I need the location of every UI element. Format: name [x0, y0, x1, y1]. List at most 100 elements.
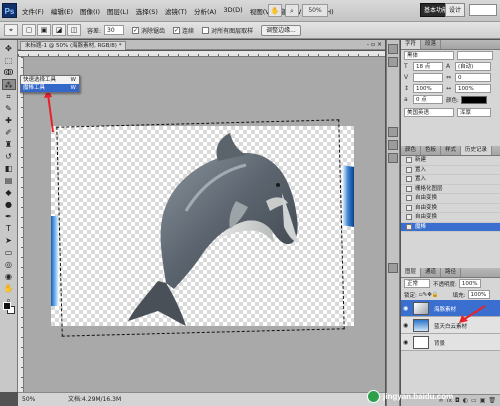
tracking-field[interactable]: 0	[455, 73, 491, 82]
contiguous-label: 连续	[182, 27, 195, 35]
type-tool-icon[interactable]: T	[2, 223, 16, 234]
tolerance-input[interactable]: 30	[104, 25, 125, 35]
tab-swatches[interactable]: 色板	[421, 146, 442, 155]
tab-channels[interactable]: 通道	[421, 268, 442, 277]
hand-tool-icon[interactable]: ✋	[2, 283, 16, 294]
hand-icon[interactable]: ✋	[268, 4, 282, 17]
history-item[interactable]: 自由变换	[401, 194, 500, 204]
sample-all-layers-checkbox[interactable]	[202, 26, 210, 34]
font-size-field[interactable]: 18 点	[413, 62, 443, 71]
layers-annotation-arrow	[459, 305, 486, 323]
visibility-eye-icon[interactable]: ◉	[403, 322, 408, 329]
subtract-selection-icon[interactable]: ◪	[52, 24, 66, 36]
history-item[interactable]: 新建	[401, 156, 500, 166]
document-window-controls[interactable]: - ▫ ×	[367, 41, 382, 48]
horizontal-scale-field[interactable]: 100%	[455, 84, 491, 93]
menu-3d[interactable]: 3D(D)	[223, 6, 242, 16]
blur-tool-icon[interactable]: ◆	[2, 187, 16, 198]
visibility-eye-icon[interactable]: ◉	[403, 339, 408, 346]
3d-camera-icon[interactable]: ◉	[2, 271, 16, 282]
history-item[interactable]: 栅格化图层	[401, 185, 500, 194]
opacity-field[interactable]: 100%	[458, 279, 481, 288]
tab-paragraph[interactable]: 段落	[421, 40, 442, 49]
language-select[interactable]: 美国英语	[404, 108, 454, 117]
status-zoom[interactable]: 50%	[22, 393, 35, 406]
font-family-select[interactable]: 黑体	[404, 51, 454, 60]
blend-mode-select[interactable]: 正常	[404, 279, 430, 288]
contiguous-checkbox[interactable]: ✓	[173, 26, 181, 34]
menu-filter[interactable]: 滤镜(T)	[165, 6, 187, 16]
tab-character[interactable]: 字符	[401, 40, 422, 49]
swatches-strip-icon[interactable]	[388, 127, 398, 137]
dodge-tool-icon[interactable]: ●	[2, 199, 16, 210]
clone-stamp-icon[interactable]: ♜	[2, 139, 16, 150]
add-selection-icon[interactable]: ▣	[37, 24, 51, 36]
tab-layers[interactable]: 图层	[401, 268, 422, 277]
zoom-level-field[interactable]: 50%	[302, 4, 328, 17]
3d-rotate-icon[interactable]: ◎	[2, 259, 16, 270]
actions-strip-icon[interactable]	[388, 57, 398, 67]
marquee-tool-icon[interactable]: ⬚	[2, 55, 16, 66]
menu-layer[interactable]: 图层(L)	[107, 6, 129, 16]
history-item[interactable]: 自由变换	[401, 213, 500, 223]
magic-wand-preset-icon[interactable]: ⌖	[4, 24, 18, 36]
kerning-field[interactable]	[413, 73, 443, 82]
search-input[interactable]	[469, 4, 497, 16]
tab-color[interactable]: 颜色	[401, 146, 422, 155]
move-tool-icon[interactable]: ✥	[2, 43, 16, 54]
history-item[interactable]: 自由变换	[401, 204, 500, 213]
menu-image[interactable]: 图像(I)	[80, 6, 100, 16]
workspace-design-button[interactable]: 设计	[445, 3, 466, 17]
visibility-eye-icon[interactable]: ◉	[403, 305, 408, 312]
text-color-swatch[interactable]	[460, 95, 487, 104]
new-selection-icon[interactable]: ▢	[22, 24, 36, 36]
brushes-strip-icon[interactable]	[388, 140, 398, 150]
eyedropper-tool-icon[interactable]: ✎	[2, 103, 16, 114]
history-strip-icon[interactable]	[388, 44, 398, 54]
history-item-current[interactable]: 魔棒	[401, 222, 500, 232]
tab-paths[interactable]: 路径	[441, 268, 462, 277]
opacity-label: 不透明度:	[433, 281, 457, 288]
crop-tool-icon[interactable]: ⌗	[2, 91, 16, 102]
layers-strip-icon[interactable]	[388, 263, 398, 273]
gradient-tool-icon[interactable]: ▤	[2, 175, 16, 186]
tab-styles[interactable]: 样式	[441, 146, 462, 155]
path-selection-icon[interactable]: ➤	[2, 235, 16, 246]
refine-edge-button[interactable]: 调整边缘...	[261, 24, 301, 36]
shape-tool-icon[interactable]: ▭	[2, 247, 16, 258]
brush-tool-icon[interactable]: ✐	[2, 127, 16, 138]
tab-history[interactable]: 历史记录	[461, 146, 493, 155]
healing-brush-icon[interactable]: ✚	[2, 115, 16, 126]
lasso-tool-icon[interactable]: ↂ	[2, 67, 16, 78]
pen-tool-icon[interactable]: ✒	[2, 211, 16, 222]
fill-field[interactable]: 100%	[467, 290, 490, 299]
document-canvas[interactable]	[51, 119, 354, 337]
layer-row[interactable]: ◉ 背景	[401, 334, 500, 351]
document-tab[interactable]: 未标题-1 @ 50% (海豚素材, RGB/8) *	[20, 41, 127, 50]
history-item[interactable]: 置入	[401, 175, 500, 185]
menu-file[interactable]: 文件(F)	[22, 6, 44, 16]
ruler-horizontal	[18, 51, 385, 57]
baseline-shift-field[interactable]: 0 点	[413, 95, 443, 104]
lock-icons[interactable]: ▫✎✥🔒	[419, 292, 439, 298]
magic-wand-tool-icon[interactable]: ⁂	[1, 79, 16, 90]
antialias-select[interactable]: 浑厚	[457, 108, 491, 117]
eraser-tool-icon[interactable]: ◧	[2, 163, 16, 174]
flyout-quick-selection[interactable]: 快速选择工具 W	[21, 76, 79, 84]
history-item[interactable]: 置入	[401, 166, 500, 175]
clone-source-strip-icon[interactable]	[388, 153, 398, 163]
menu-select[interactable]: 选择(S)	[136, 6, 158, 16]
vertical-scale-field[interactable]: 100%	[413, 84, 443, 93]
font-style-select[interactable]	[457, 51, 493, 60]
foreground-color-swatch[interactable]	[3, 302, 11, 310]
fill-label: 填充:	[452, 292, 466, 299]
intersect-selection-icon[interactable]: ◫	[67, 24, 81, 36]
antialias-checkbox[interactable]: ✓	[132, 26, 140, 34]
menu-edit[interactable]: 编辑(E)	[51, 6, 73, 16]
history-brush-icon[interactable]: ↺	[2, 151, 16, 162]
scale-row: ↕ 100% ↔ 100%	[401, 83, 500, 94]
flyout-magic-wand[interactable]: 魔棒工具 W	[21, 84, 79, 92]
zoom-tool-icon[interactable]: ⌕	[285, 4, 299, 17]
menu-analysis[interactable]: 分析(A)	[194, 6, 217, 16]
leading-field[interactable]: (自动)	[455, 62, 491, 71]
